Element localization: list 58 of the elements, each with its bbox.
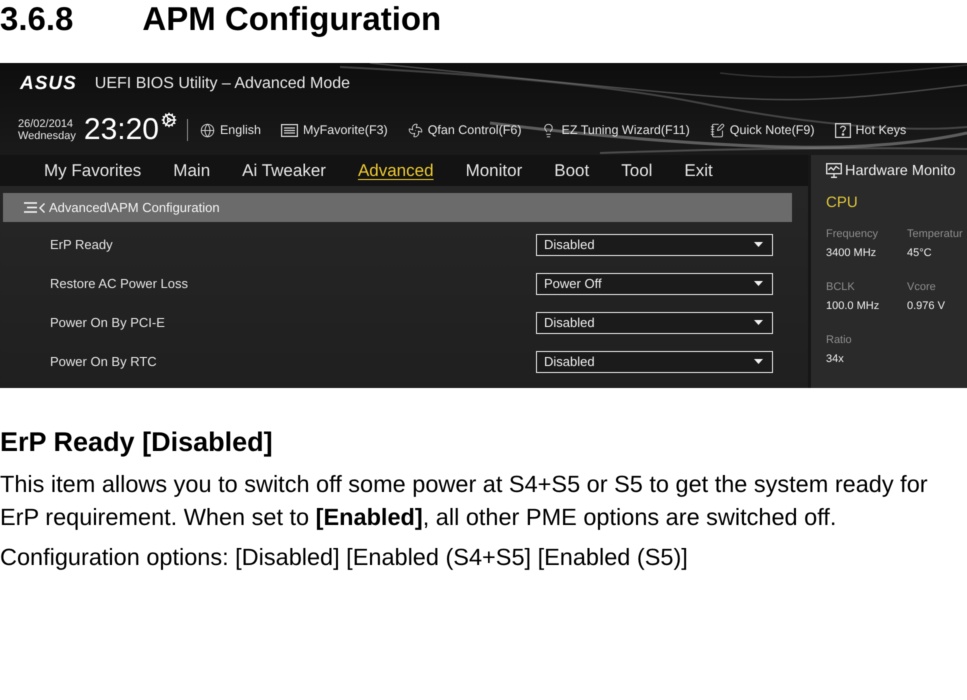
caret-icon bbox=[754, 320, 763, 325]
menu-tab[interactable]: Ai Tweaker bbox=[242, 160, 326, 181]
page-title: APM Configuration bbox=[142, 0, 442, 38]
time-text: 23:20 bbox=[84, 114, 159, 146]
metric-label: Temperatur bbox=[907, 227, 964, 242]
globe-icon bbox=[200, 122, 215, 138]
setting-label: Restore AC Power Loss bbox=[50, 276, 188, 292]
window-title: UEFI BIOS Utility – Advanced Mode bbox=[94, 74, 350, 94]
section-number: 3.6.8 bbox=[0, 0, 74, 38]
description-title: ErP Ready [Disabled] bbox=[0, 427, 274, 457]
setting-label: ErP Ready bbox=[50, 236, 113, 252]
menu-tab[interactable]: Boot bbox=[554, 160, 590, 181]
metric-label: Vcore bbox=[907, 280, 937, 295]
brand-logo: ASUS bbox=[20, 73, 77, 95]
dropdown[interactable]: Power Off bbox=[536, 272, 773, 294]
metric-label: Frequency bbox=[826, 227, 879, 242]
menu-tab[interactable]: My Favorites bbox=[44, 160, 142, 181]
list-card-icon bbox=[280, 124, 298, 136]
monitor-chart-icon bbox=[826, 163, 842, 178]
menu-tab[interactable]: Exit bbox=[684, 160, 713, 181]
back-icon[interactable] bbox=[39, 202, 45, 212]
metric-value: 45°C bbox=[907, 246, 933, 261]
metric-value: 0.976 V bbox=[907, 299, 946, 314]
date-text: 26/02/2014 bbox=[18, 118, 74, 130]
caret-icon bbox=[754, 359, 763, 364]
toolbar-button[interactable]: MyFavorite(F3) bbox=[280, 122, 388, 138]
toolbar-button[interactable]: Qfan Control(F6) bbox=[408, 122, 522, 138]
metric-value: 100.0 MHz bbox=[826, 299, 880, 314]
toolbar-button[interactable]: Quick Note(F9) bbox=[710, 122, 815, 138]
metric-label: BCLK bbox=[826, 280, 856, 295]
settings-icon[interactable] bbox=[160, 112, 177, 128]
toolbar-button[interactable]: EZ Tuning Wizard(F11) bbox=[541, 122, 690, 138]
panel-title: Hardware Monito bbox=[845, 162, 956, 180]
metric-value: 34x bbox=[826, 352, 845, 367]
toolbar-button[interactable]: Hot Keys bbox=[834, 122, 906, 138]
metric-label: Ratio bbox=[826, 333, 853, 348]
description-text: This item allows you to switch off some power at S4+S5 or S5 to get the system ready for ErP requirement. When set to [Enabled], all other PME options are switched off. bbox=[0, 470, 929, 532]
weekday-text: Wednesday bbox=[18, 130, 76, 142]
menu-tab[interactable]: Advanced bbox=[358, 160, 434, 181]
menu-tab[interactable]: Tool bbox=[621, 160, 652, 181]
dropdown[interactable]: Disabled bbox=[536, 234, 773, 256]
breadcrumb-text: Advanced\APM Configuration bbox=[49, 200, 220, 216]
dropdown[interactable]: Disabled bbox=[536, 350, 773, 372]
section-title: CPU bbox=[826, 193, 859, 213]
description-text: Configuration options: [Disabled] [Enabled (S4+S5] [Enabled (S5)] bbox=[0, 543, 689, 572]
setting-label: Power On By PCI-E bbox=[50, 314, 165, 330]
fan-icon bbox=[408, 122, 423, 138]
note-pen-icon bbox=[710, 122, 725, 138]
toolbar-button[interactable]: English bbox=[200, 122, 261, 138]
menu-tab[interactable]: Monitor bbox=[466, 160, 522, 181]
setting-label: Power On By RTC bbox=[50, 354, 157, 370]
help-icon bbox=[834, 122, 851, 138]
caret-icon bbox=[754, 281, 763, 286]
menu-icon[interactable] bbox=[24, 202, 37, 213]
menu-tab[interactable]: Main bbox=[173, 160, 210, 181]
caret-icon bbox=[754, 242, 763, 247]
dropdown[interactable]: Disabled bbox=[536, 312, 773, 334]
metric-value: 3400 MHz bbox=[826, 246, 878, 261]
